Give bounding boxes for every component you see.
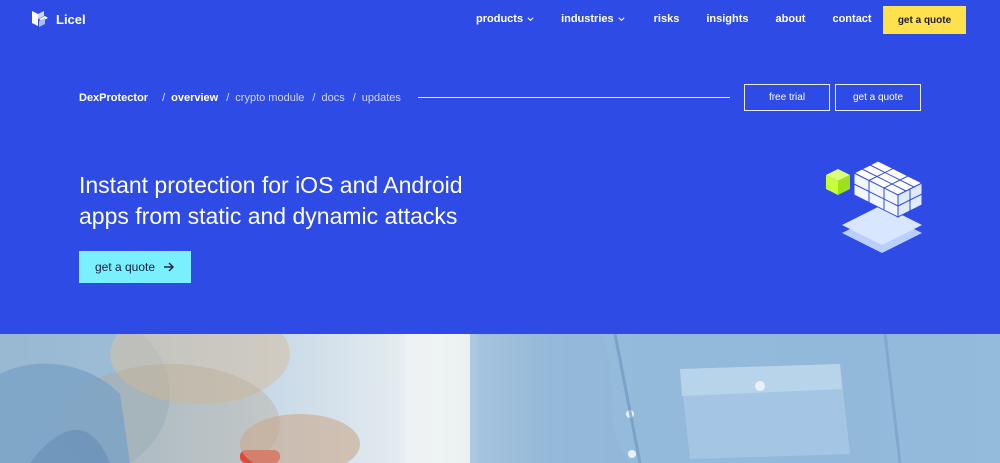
nav-item-industries[interactable]: industries <box>561 13 626 25</box>
cta-label: get a quote <box>94 260 156 274</box>
free-trial-button[interactable]: free trial <box>744 84 830 111</box>
breadcrumb: DexProtector / overview / crypto module … <box>79 92 409 104</box>
hero-get-quote-button[interactable]: get a quote <box>79 251 191 283</box>
nav-item-label: insights <box>706 13 749 25</box>
arrow-right-icon <box>164 262 175 272</box>
chevron-down-icon <box>527 16 534 21</box>
subnav-updates[interactable]: updates <box>362 92 401 104</box>
nav-item-risks[interactable]: risks <box>654 13 680 25</box>
licel-logo-icon <box>32 11 48 27</box>
nav-item-insights[interactable]: insights <box>706 13 748 25</box>
nav-item-products[interactable]: products <box>476 13 535 25</box>
hero-photo <box>0 334 1000 463</box>
subnav-get-quote-button[interactable]: get a quote <box>835 84 921 111</box>
breadcrumb-separator: / <box>352 92 356 104</box>
subnav-crypto-module[interactable]: crypto module <box>235 92 304 104</box>
brand-name: Licel <box>56 11 86 27</box>
main-nav: products industries risks insights about… <box>476 13 872 25</box>
nav-item-contact[interactable]: contact <box>832 13 871 25</box>
nav-item-label: products <box>476 13 524 25</box>
headline-line-1: Instant protection for iOS and Android <box>79 172 463 198</box>
people-photo-image <box>0 334 1000 463</box>
nav-item-about[interactable]: about <box>776 13 806 25</box>
nav-item-label: industries <box>561 13 614 25</box>
breadcrumb-separator: / <box>162 92 166 104</box>
hero-section: Licel products industries risks insights… <box>0 0 1000 334</box>
chevron-down-icon <box>618 16 625 21</box>
nav-item-label: risks <box>653 13 680 25</box>
cubes-illustration-icon <box>826 160 924 253</box>
brand-logo[interactable]: Licel <box>30 9 86 29</box>
headline-line-2: apps from static and dynamic attacks <box>79 203 458 229</box>
nav-item-label: about <box>775 13 806 25</box>
hero-headline: Instant protection for iOS and Android a… <box>79 170 559 232</box>
breadcrumb-separator: / <box>226 92 230 104</box>
subnav-overview[interactable]: overview <box>171 92 218 104</box>
get-quote-button[interactable]: get a quote <box>883 6 966 34</box>
nav-item-label: contact <box>832 13 872 25</box>
subnav-divider <box>418 97 730 98</box>
breadcrumb-separator: / <box>312 92 316 104</box>
breadcrumb-root[interactable]: DexProtector <box>79 92 148 104</box>
subnav-docs[interactable]: docs <box>321 92 344 104</box>
